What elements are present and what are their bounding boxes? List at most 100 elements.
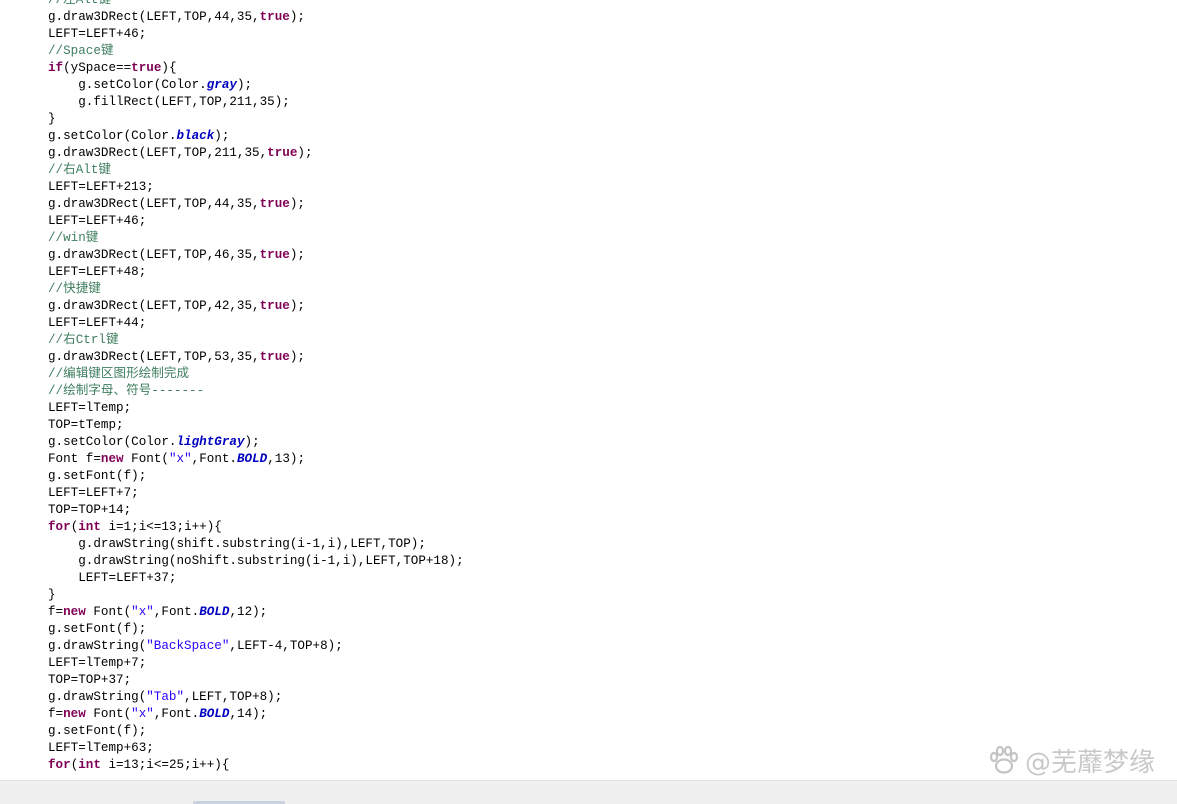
code-token: Font(	[85, 605, 132, 619]
code-text-area[interactable]: //左Alt键 g.draw3DRect(LEFT,TOP,44,35,true)…	[48, 0, 464, 774]
code-token: for	[48, 520, 71, 534]
code-line[interactable]: g.drawString(noShift.substring(i-1,i),LE…	[48, 553, 463, 570]
code-line[interactable]: g.draw3DRect(LEFT,TOP,42,35,true);	[48, 298, 464, 315]
code-token: true	[259, 10, 290, 24]
code-token: "x"	[168, 452, 192, 466]
code-line[interactable]: LEFT=lTemp+63;	[48, 740, 464, 757]
code-line[interactable]: g.drawString("Tab",LEFT,TOP+8);	[48, 689, 464, 706]
code-token: new	[63, 605, 86, 619]
code-line[interactable]: if(ySpace==true){	[48, 60, 464, 77]
code-token: g.draw3DRect(LEFT,TOP,44,35,	[48, 197, 260, 211]
code-line[interactable]: LEFT=LEFT+48;	[48, 264, 464, 281]
code-token: );	[214, 129, 230, 143]
code-line[interactable]: LEFT=lTemp;	[48, 400, 464, 417]
code-line[interactable]: //编辑键区图形绘制完成	[48, 366, 464, 383]
code-token: g.setColor(Color.	[48, 435, 177, 449]
code-token: BOLD	[237, 452, 268, 466]
code-token: true	[259, 350, 290, 364]
code-token: LEFT=LEFT+46;	[48, 27, 147, 41]
code-line[interactable]: //Space键	[48, 43, 464, 60]
bottom-scrollbar-area[interactable]	[0, 780, 1177, 804]
code-line[interactable]: //右Ctrl键	[48, 332, 464, 349]
code-line[interactable]: g.draw3DRect(LEFT,TOP,211,35,true);	[48, 145, 464, 162]
code-token: g.setColor(Color.	[48, 78, 207, 92]
code-line[interactable]: }	[48, 587, 464, 604]
code-line[interactable]: g.setColor(Color.black);	[48, 128, 464, 145]
code-token: ,Font.	[153, 707, 200, 721]
code-token: true	[267, 146, 298, 160]
code-token: LEFT=lTemp;	[48, 401, 132, 415]
code-line[interactable]: LEFT=LEFT+213;	[48, 179, 464, 196]
code-line[interactable]: g.drawString(shift.substring(i-1,i),LEFT…	[48, 536, 464, 553]
code-line[interactable]: for(int i=1;i<=13;i++){	[48, 519, 464, 536]
code-token: g.draw3DRect(LEFT,TOP,53,35,	[48, 350, 260, 364]
code-line[interactable]: for(int i=13;i<=25;i++){	[48, 757, 464, 774]
code-line[interactable]: g.fillRect(LEFT,TOP,211,35);	[48, 94, 464, 111]
code-token: if	[48, 61, 64, 75]
code-token: }	[48, 588, 56, 602]
code-line[interactable]: Font f=new Font("x",Font.BOLD,13);	[48, 451, 464, 468]
code-line[interactable]: f=new Font("x",Font.BOLD,14);	[48, 706, 464, 723]
code-token: g.fillRect(LEFT,TOP,211,35);	[48, 95, 290, 109]
code-line[interactable]: LEFT=LEFT+46;	[48, 213, 464, 230]
paw-logo-icon	[989, 745, 1019, 774]
code-line[interactable]: g.setFont(f);	[48, 723, 464, 740]
code-token: );	[289, 350, 305, 364]
code-token: );	[289, 10, 305, 24]
code-token: g.draw3DRect(LEFT,TOP,46,35,	[48, 248, 260, 262]
code-line[interactable]: //win键	[48, 230, 464, 247]
code-editor[interactable]: //左Alt键 g.draw3DRect(LEFT,TOP,44,35,true)…	[0, 0, 1177, 780]
code-line[interactable]: LEFT=lTemp+7;	[48, 655, 464, 672]
code-line[interactable]: LEFT=LEFT+44;	[48, 315, 464, 332]
code-line[interactable]: TOP=tTemp;	[48, 417, 464, 434]
code-token: f=	[48, 707, 64, 721]
code-line[interactable]: f=new Font("x",Font.BOLD,12);	[48, 604, 464, 621]
code-token: );	[289, 197, 305, 211]
code-line[interactable]: g.setColor(Color.gray);	[48, 77, 464, 94]
code-token: ){	[161, 61, 177, 75]
code-line[interactable]: }	[48, 111, 464, 128]
code-token: ,12);	[229, 605, 268, 619]
code-line[interactable]: //绘制字母、符号-------	[48, 383, 464, 400]
code-line[interactable]: g.draw3DRect(LEFT,TOP,44,35,true);	[48, 9, 464, 26]
code-token: "Tab"	[146, 690, 185, 704]
code-token: black	[176, 129, 215, 143]
code-line[interactable]: g.drawString("BackSpace",LEFT-4,TOP+8);	[48, 638, 464, 655]
code-token: ,Font.	[153, 605, 200, 619]
code-token: g.draw3DRect(LEFT,TOP,42,35,	[48, 299, 260, 313]
code-line[interactable]: TOP=TOP+14;	[48, 502, 464, 519]
code-line[interactable]: LEFT=LEFT+37;	[48, 570, 464, 587]
code-line[interactable]: //快捷键	[48, 281, 464, 298]
code-token: Font f=	[48, 452, 101, 466]
code-token: LEFT=lTemp+63;	[48, 741, 154, 755]
code-token: true	[259, 248, 290, 262]
code-line[interactable]: g.setFont(f);	[48, 621, 464, 638]
code-token: LEFT=LEFT+44;	[48, 316, 147, 330]
code-token: TOP=tTemp;	[48, 418, 124, 432]
code-token: ,LEFT,TOP+8);	[184, 690, 283, 704]
code-line[interactable]: g.draw3DRect(LEFT,TOP,46,35,true);	[48, 247, 464, 264]
code-line[interactable]: //右Alt键	[48, 162, 464, 179]
code-token: for	[48, 758, 71, 772]
code-line[interactable]: g.setFont(f);	[48, 468, 464, 485]
code-token: i=1;i<=13;i++){	[100, 520, 222, 534]
code-token: //Space键	[48, 44, 114, 58]
code-token: );	[289, 299, 305, 313]
code-token: lightGray	[176, 435, 245, 449]
code-line[interactable]: //左Alt键	[48, 0, 464, 9]
code-token: LEFT=LEFT+213;	[48, 180, 154, 194]
code-token: //win键	[48, 231, 99, 245]
code-line[interactable]: g.setColor(Color.lightGray);	[48, 434, 464, 451]
code-token: ,Font.	[191, 452, 237, 466]
code-token: g.drawString(	[48, 690, 147, 704]
watermark: @芜蘼梦缘	[987, 742, 1155, 779]
code-token: Font(	[123, 452, 169, 466]
code-line[interactable]: LEFT=LEFT+46;	[48, 26, 464, 43]
code-line[interactable]: g.draw3DRect(LEFT,TOP,44,35,true);	[48, 196, 464, 213]
code-token: true	[259, 299, 290, 313]
code-token: "x"	[131, 605, 154, 619]
code-line[interactable]: TOP=TOP+37;	[48, 672, 464, 689]
code-line[interactable]: LEFT=LEFT+7;	[48, 485, 464, 502]
code-token: //绘制字母、符号-------	[48, 384, 205, 398]
code-line[interactable]: g.draw3DRect(LEFT,TOP,53,35,true);	[48, 349, 464, 366]
